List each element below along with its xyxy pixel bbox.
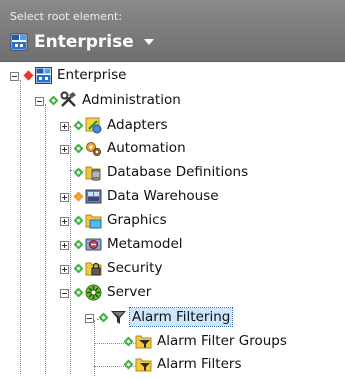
security-icon [85, 262, 102, 276]
tree-node-label: Database Definitions [107, 164, 249, 180]
tree-node-label: Administration [82, 92, 181, 108]
tree-node-label: Graphics [107, 212, 167, 228]
tree-node-alarm-filter-groups[interactable]: Alarm Filter Groups [0, 330, 345, 354]
status-green-icon [73, 287, 84, 298]
tree-node-metamodel[interactable]: Metamodel [0, 233, 345, 257]
database-icon [85, 166, 101, 181]
expand-toggle[interactable] [60, 122, 69, 131]
status-orange-icon [73, 191, 84, 202]
status-green-icon [73, 263, 84, 274]
status-red-icon [23, 70, 34, 81]
tree-node-enterprise[interactable]: Enterprise [0, 64, 345, 88]
root-element-label: Enterprise [34, 32, 134, 52]
expand-toggle[interactable] [60, 193, 69, 202]
tree-node-label: Adapters [107, 117, 168, 133]
status-green-icon [123, 359, 134, 370]
tree-node-label: Server [107, 284, 152, 300]
status-green-icon [98, 312, 109, 323]
collapse-toggle[interactable] [35, 97, 44, 106]
graphics-folder-icon [85, 214, 102, 229]
status-green-icon [73, 167, 84, 178]
tree-node-automation[interactable]: Automation [0, 137, 345, 161]
tree-node-label: Automation [107, 140, 186, 156]
warehouse-icon [85, 189, 102, 204]
tools-icon [60, 91, 76, 107]
tree-node-security[interactable]: Security [0, 257, 345, 281]
status-green-icon [73, 215, 84, 226]
filter-groups-icon [135, 335, 152, 349]
expand-toggle[interactable] [60, 241, 69, 250]
tree-node-alarm-filters[interactable]: Alarm Filters [0, 353, 345, 377]
metamodel-icon [85, 238, 102, 251]
filter-icon [111, 311, 126, 324]
status-green-icon [73, 120, 84, 131]
collapse-toggle[interactable] [10, 72, 19, 81]
enterprise-icon [10, 33, 28, 51]
tree-node-label: Alarm Filter Groups [157, 333, 287, 349]
root-selector-panel: Select root element: Enterprise [0, 0, 345, 62]
tree-node-label: Metamodel [107, 236, 183, 252]
tree-node-adapters[interactable]: Adapters [0, 114, 345, 138]
automation-icon [86, 142, 101, 156]
collapse-toggle[interactable] [85, 314, 94, 323]
adapters-icon [85, 117, 102, 134]
status-green-icon [123, 336, 134, 347]
filters-icon [135, 358, 152, 372]
root-element-dropdown[interactable]: Enterprise [10, 29, 154, 55]
expand-toggle[interactable] [60, 217, 69, 226]
tree-node-label: Data Warehouse [107, 188, 219, 204]
status-green-icon [48, 95, 59, 106]
tree-node-server[interactable]: Server [0, 281, 345, 305]
tree-node-database-definitions[interactable]: Database Definitions [0, 161, 345, 185]
chevron-down-icon [143, 39, 154, 45]
status-green-icon [73, 239, 84, 250]
tree-node-label: Alarm Filters [157, 356, 242, 372]
expand-toggle[interactable] [60, 145, 69, 154]
root-selector-caption: Select root element: [10, 10, 123, 23]
tree-node-data-warehouse[interactable]: Data Warehouse [0, 185, 345, 209]
collapse-toggle[interactable] [60, 289, 69, 298]
tree-node-administration[interactable]: Administration [0, 89, 345, 113]
element-tree: Enterprise Administration Adapters Autom… [0, 62, 345, 379]
enterprise-icon [35, 67, 52, 84]
status-green-icon [73, 143, 84, 154]
expand-toggle[interactable] [60, 265, 69, 274]
server-icon [85, 284, 102, 301]
tree-node-label: Enterprise [57, 67, 127, 83]
tree-node-alarm-filtering[interactable]: Alarm Filtering [0, 306, 345, 330]
tree-node-label: Alarm Filtering [128, 307, 234, 327]
tree-node-graphics[interactable]: Graphics [0, 209, 345, 233]
tree-node-label: Security [107, 260, 163, 276]
